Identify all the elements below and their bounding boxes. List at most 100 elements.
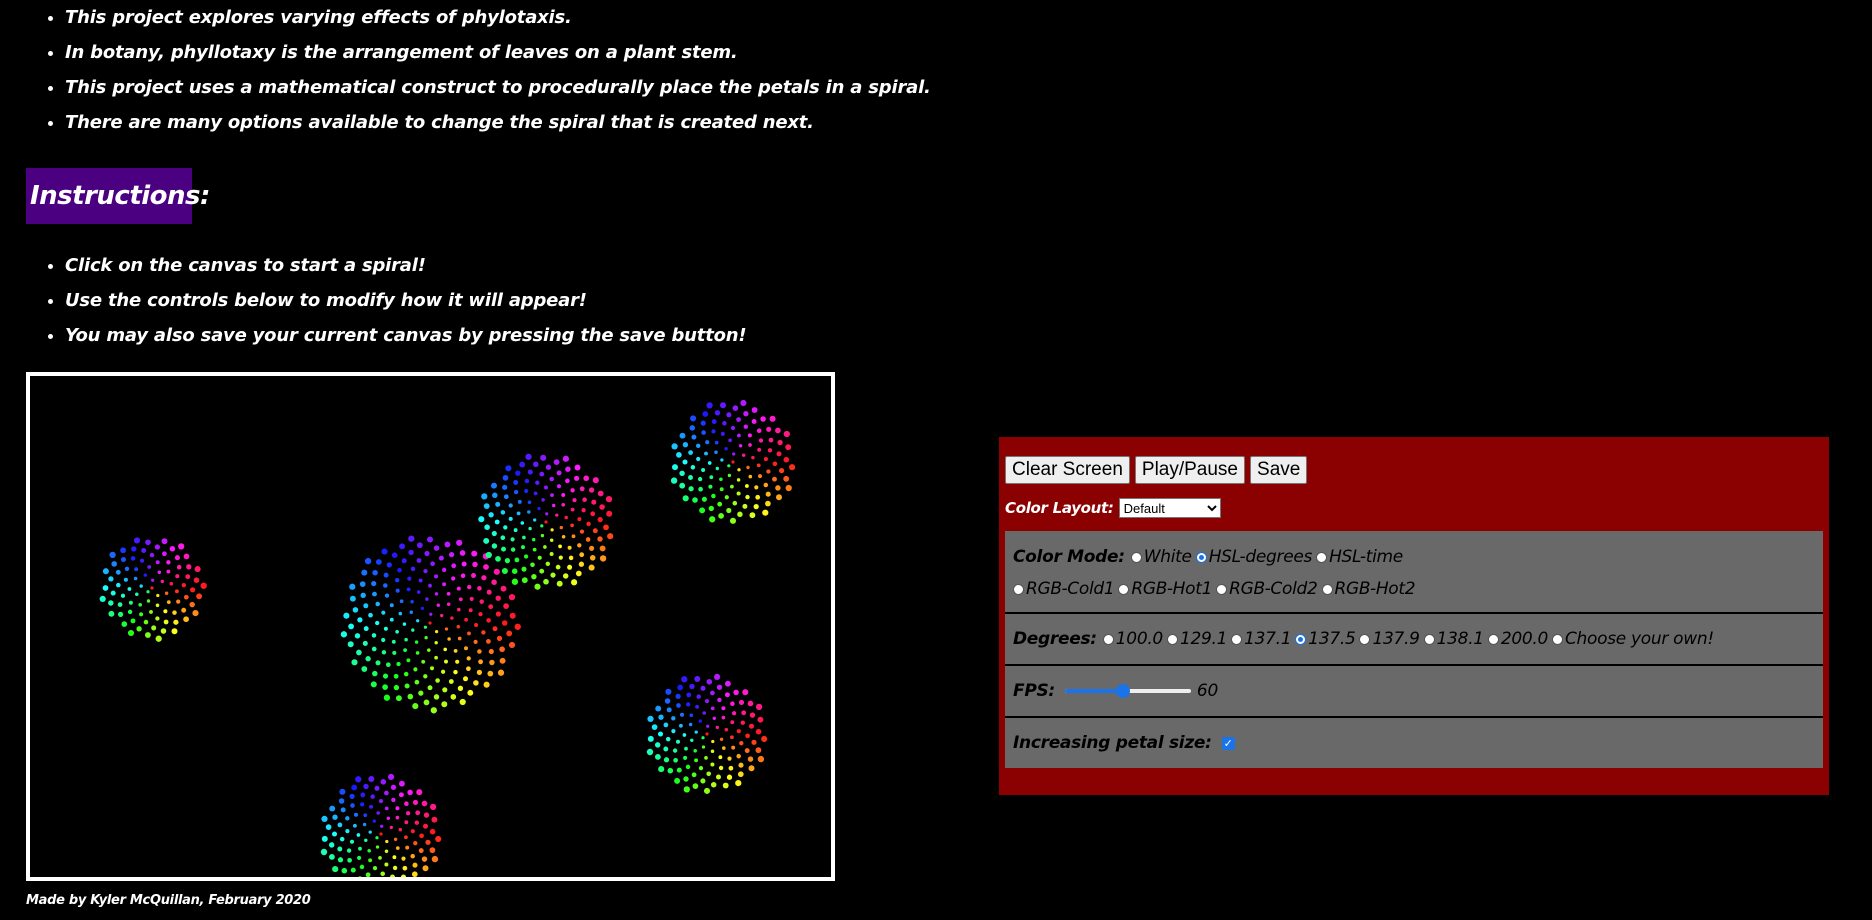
petal: [607, 533, 614, 540]
degrees-137-5[interactable]: 137.5: [1295, 629, 1356, 649]
color-mode-rgb-cold2[interactable]: RGB-Cold2: [1216, 579, 1318, 599]
degrees-200[interactable]: 200.0: [1487, 629, 1548, 649]
radio-icon[interactable]: [1118, 583, 1130, 595]
petal: [700, 778, 706, 784]
petal: [727, 756, 732, 761]
petal: [562, 455, 570, 462]
petal: [138, 602, 143, 607]
petal: [381, 650, 387, 655]
petal: [522, 535, 526, 540]
petal: [144, 632, 151, 638]
radio-icon[interactable]: [1102, 633, 1114, 645]
radio-icon[interactable]: [1166, 633, 1178, 645]
petal: [740, 720, 746, 725]
radio-selected-icon[interactable]: [1195, 551, 1207, 563]
petal: [513, 480, 519, 485]
color-mode-rgb-hot2[interactable]: RGB-Hot2: [1321, 579, 1416, 599]
petal: [406, 587, 411, 592]
petal: [416, 619, 420, 623]
radio-icon[interactable]: [1216, 583, 1228, 595]
save-button[interactable]: Save: [1250, 456, 1308, 484]
spiral-canvas[interactable]: [26, 372, 835, 881]
degrees-custom[interactable]: Choose your own!: [1551, 629, 1714, 649]
degrees-129-1[interactable]: 129.1: [1166, 629, 1227, 649]
petal: [744, 748, 750, 754]
petal: [116, 582, 121, 588]
radio-icon[interactable]: [1013, 583, 1024, 595]
petal: [767, 448, 773, 453]
petal: [520, 521, 525, 525]
petal: [758, 438, 764, 443]
petal: [516, 511, 521, 516]
radio-icon[interactable]: [1487, 633, 1499, 645]
petal: [164, 591, 169, 596]
color-mode-rgb-hot1[interactable]: RGB-Hot1: [1118, 579, 1212, 599]
petal: [712, 716, 717, 721]
petal: [369, 804, 374, 809]
petal: [514, 557, 520, 563]
color-layout-select[interactable]: Default: [1118, 498, 1221, 518]
instructions-heading: Instructions:: [26, 168, 210, 224]
petal: [690, 738, 694, 743]
degrees-137-1[interactable]: 137.1: [1231, 629, 1292, 649]
petal: [151, 625, 157, 631]
petal: [513, 528, 518, 533]
petal: [410, 829, 415, 834]
petal: [729, 517, 737, 524]
fps-slider[interactable]: [1064, 684, 1191, 698]
play-pause-button[interactable]: Play/Pause: [1134, 456, 1246, 484]
petal: [728, 765, 734, 771]
color-mode-white[interactable]: White: [1130, 547, 1192, 567]
petal: [414, 640, 419, 644]
radio-icon[interactable]: [1423, 633, 1435, 645]
degrees-137-9[interactable]: 137.9: [1359, 629, 1420, 649]
petal: [706, 678, 713, 685]
spiral-drawing[interactable]: [30, 376, 831, 877]
petal: [655, 705, 662, 712]
petal: [667, 767, 674, 774]
petal: [704, 699, 710, 704]
petal-size-checkbox[interactable]: ✓: [1221, 736, 1235, 750]
petal: [748, 765, 755, 772]
radio-selected-icon[interactable]: [1295, 633, 1307, 645]
radio-icon[interactable]: [1359, 633, 1371, 645]
petal: [157, 570, 162, 575]
petal: [428, 621, 432, 625]
radio-icon[interactable]: [1321, 583, 1333, 595]
petal: [757, 447, 762, 452]
petal: [361, 569, 368, 576]
petal: [765, 491, 771, 497]
petal: [726, 774, 733, 780]
color-mode-rgb-cold1[interactable]: RGB-Cold1: [1013, 579, 1115, 599]
color-mode-hsl-time[interactable]: HSL-time: [1316, 547, 1403, 567]
petal: [395, 578, 400, 583]
petal: [597, 516, 603, 523]
petal: [722, 782, 729, 789]
clear-screen-button[interactable]: Clear Screen: [1005, 456, 1130, 484]
petal: [561, 502, 566, 507]
petal: [415, 810, 421, 816]
petal: [328, 853, 335, 860]
radio-icon[interactable]: [1130, 551, 1142, 563]
petal: [716, 774, 721, 780]
radio-icon[interactable]: [1231, 633, 1243, 645]
petal: [506, 630, 513, 637]
petal: [421, 800, 428, 807]
color-mode-hsl-degrees[interactable]: HSL-degrees: [1195, 547, 1312, 567]
fps-slider-thumb[interactable]: [1115, 684, 1130, 698]
petal: [422, 823, 429, 829]
petal: [755, 703, 763, 711]
degrees-100[interactable]: 100.0: [1102, 629, 1163, 649]
petal: [371, 581, 377, 587]
petal: [769, 415, 776, 422]
petal: [425, 839, 431, 845]
petal: [176, 599, 181, 604]
petal: [154, 544, 161, 550]
petal: [427, 685, 433, 691]
petal: [679, 712, 685, 717]
petal: [375, 559, 382, 565]
radio-icon[interactable]: [1316, 551, 1328, 563]
radio-icon[interactable]: [1551, 633, 1563, 645]
degrees-138-1[interactable]: 138.1: [1423, 629, 1484, 649]
petal: [401, 856, 406, 861]
